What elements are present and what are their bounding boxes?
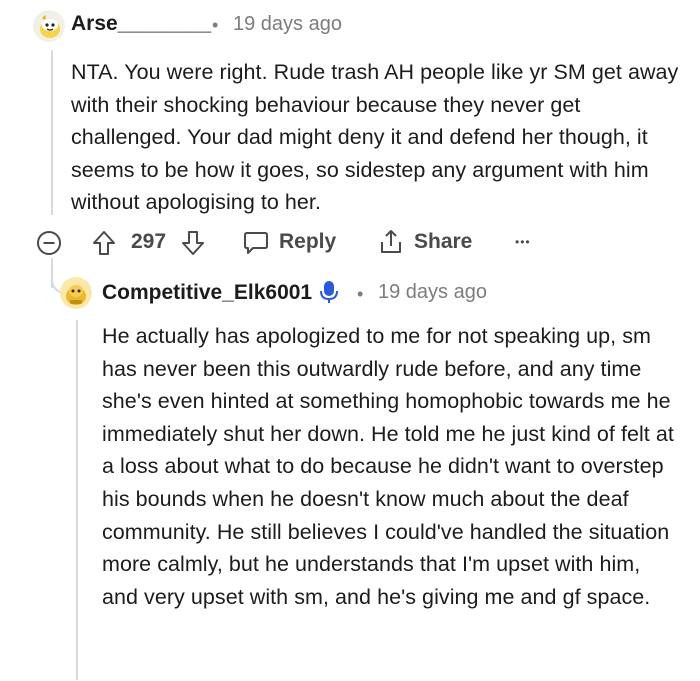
snoo-avatar-icon (60, 277, 92, 309)
separator-dot: • (212, 15, 219, 35)
share-icon (381, 230, 401, 253)
share-label: Share (414, 230, 473, 253)
reply-bubble-icon (244, 232, 268, 254)
reply-author[interactable]: Competitive_Elk6001 (102, 281, 312, 305)
thread-line-main (51, 50, 53, 215)
comment-author[interactable]: Arse________ (71, 12, 211, 36)
avatar[interactable] (33, 10, 65, 42)
more-options-button[interactable]: ••• (515, 235, 531, 249)
microphone-badge (318, 279, 340, 305)
vote-count: 297 (131, 230, 167, 253)
collapse-icon (37, 231, 61, 255)
microphone-icon (320, 281, 338, 303)
separator-dot: • (357, 284, 364, 304)
reply-body: He actually has apologized to me for not… (102, 324, 674, 609)
downvote-button[interactable] (180, 229, 206, 257)
comment-timestamp[interactable]: 19 days ago (233, 13, 342, 36)
reply-timestamp[interactable]: 19 days ago (378, 281, 487, 304)
reply-label: Reply (279, 230, 337, 253)
comment-body: NTA. You were right. Rude trash AH peopl… (71, 60, 679, 215)
downvote-icon (182, 231, 204, 255)
thread-line-reply (76, 320, 78, 680)
collapse-button[interactable] (35, 229, 63, 257)
reply-avatar[interactable] (60, 277, 92, 309)
reply-button[interactable]: Reply (243, 228, 336, 256)
share-button[interactable]: Share (378, 228, 472, 256)
upvote-button[interactable] (91, 229, 117, 257)
upvote-icon (93, 231, 115, 255)
snoo-avatar-icon (33, 10, 65, 42)
